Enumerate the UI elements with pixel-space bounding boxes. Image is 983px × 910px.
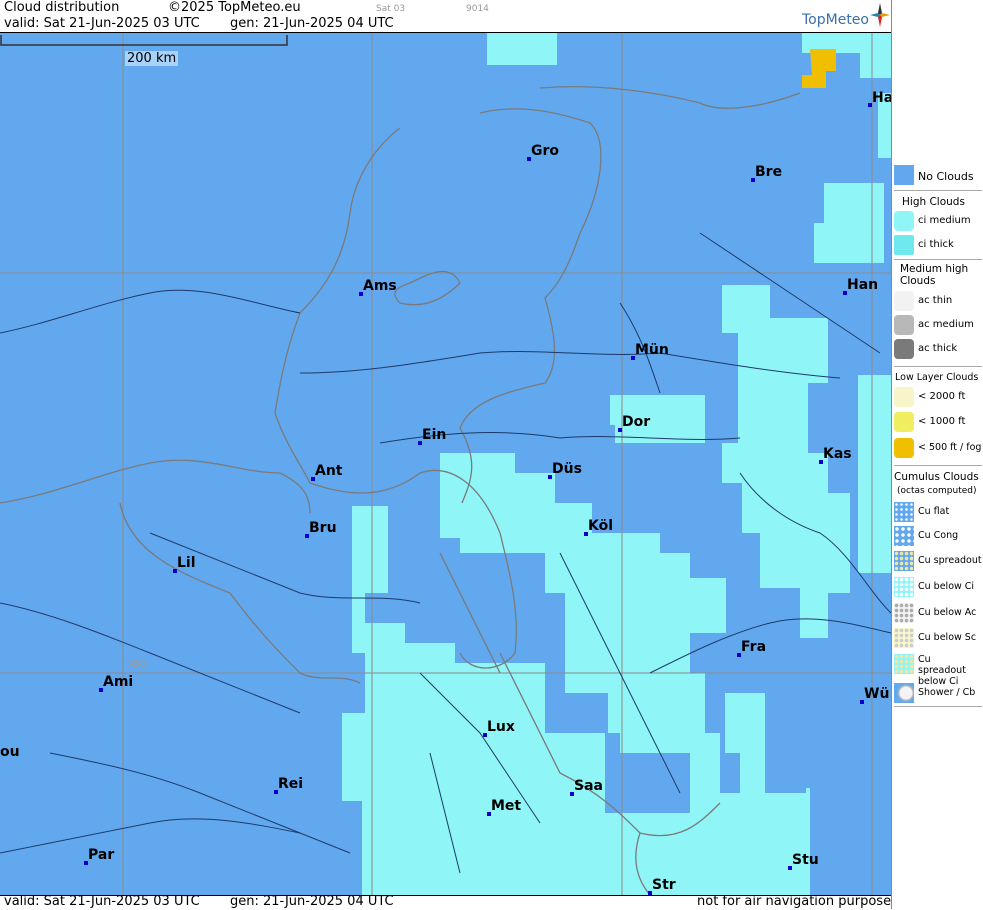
ac-thin-swatch-icon <box>894 291 914 311</box>
fog-swatch-icon <box>894 438 914 458</box>
cu-below-sc-swatch-icon <box>894 628 914 648</box>
lat-label: N50 <box>126 659 147 670</box>
cu-spread-below-ci-swatch-icon <box>894 654 914 674</box>
ac-thick-swatch-icon <box>894 339 914 359</box>
code-label: 9014 <box>466 4 489 14</box>
ac-medium-swatch-icon <box>894 315 914 335</box>
footer-valid: valid: Sat 21-Jun-2025 03 UTC <box>4 894 200 909</box>
cu-cong-swatch-icon <box>894 526 914 546</box>
low-2000-swatch-icon <box>894 387 914 407</box>
ci-medium-swatch-icon <box>894 211 914 231</box>
map-graphic <box>0 33 891 895</box>
brand-logo-text: TopMeteo <box>802 12 869 28</box>
gen-time: gen: 21-Jun-2025 04 UTC <box>230 16 394 31</box>
scale-bar <box>0 35 288 46</box>
legend-panel: No Clouds High Clouds ci medium ci thick… <box>891 0 983 909</box>
scale-label: 200 km <box>125 51 179 66</box>
header-bar: Cloud distribution ©2025 TopMeteo.eu Sat… <box>0 0 891 33</box>
ci-thick-swatch-icon <box>894 235 914 255</box>
footer-bar: valid: Sat 21-Jun-2025 03 UTC gen: 21-Ju… <box>0 894 898 910</box>
fog-patch <box>802 49 836 88</box>
valid-time: valid: Sat 21-Jun-2025 03 UTC <box>4 16 200 31</box>
footer-note: not for air navigation purposes <box>697 894 898 909</box>
copyright: ©2025 TopMeteo.eu <box>168 0 301 15</box>
cu-below-ac-swatch-icon <box>894 603 914 623</box>
legend-cu-heading: Cumulus Clouds <box>894 471 979 483</box>
no-clouds-swatch-icon <box>894 165 914 185</box>
footer-gen: gen: 21-Jun-2025 04 UTC <box>230 894 394 909</box>
compass-logo-icon <box>870 3 890 27</box>
legend-low-heading: Low Layer Clouds <box>895 372 979 383</box>
cu-flat-swatch-icon <box>894 502 914 522</box>
shower-swatch-icon <box>894 683 914 703</box>
legend-medium-heading: Medium high Clouds <box>900 263 969 287</box>
low-1000-swatch-icon <box>894 412 914 432</box>
cu-spreadout-swatch-icon <box>894 551 914 571</box>
sat-label: Sat 03 <box>376 4 406 14</box>
map-title: Cloud distribution <box>4 0 120 15</box>
cu-below-ci-swatch-icon <box>894 577 914 597</box>
cloud-map[interactable]: 200 km N50 Gro Bre Ha Ams Han Mün Dor Ei… <box>0 33 891 895</box>
legend-cu-sub: (octas computed) <box>897 486 977 496</box>
legend-high-heading: High Clouds <box>902 196 965 208</box>
